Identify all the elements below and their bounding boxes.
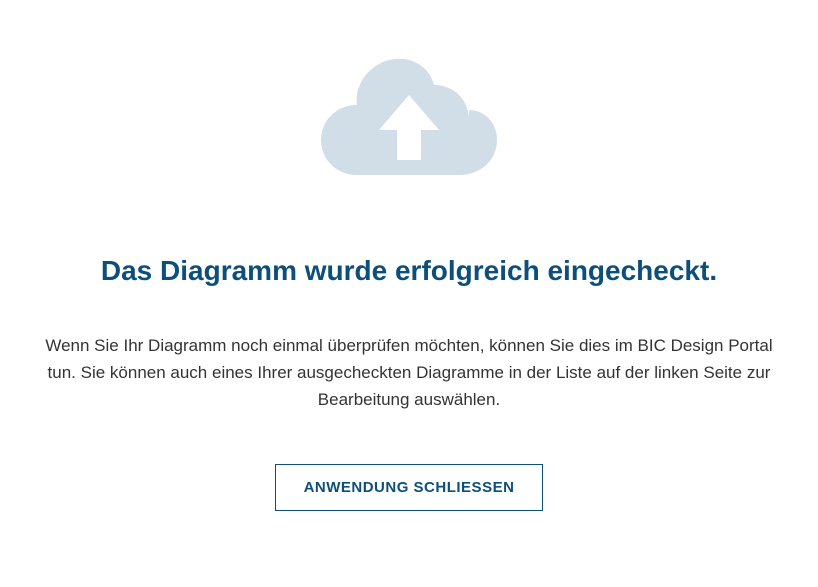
success-description: Wenn Sie Ihr Diagramm noch einmal überpr… bbox=[19, 332, 799, 414]
cloud-upload-icon bbox=[309, 50, 509, 195]
close-application-button[interactable]: ANWENDUNG SCHLIESSEN bbox=[275, 464, 544, 511]
success-heading: Das Diagramm wurde erfolgreich eingechec… bbox=[101, 255, 717, 287]
